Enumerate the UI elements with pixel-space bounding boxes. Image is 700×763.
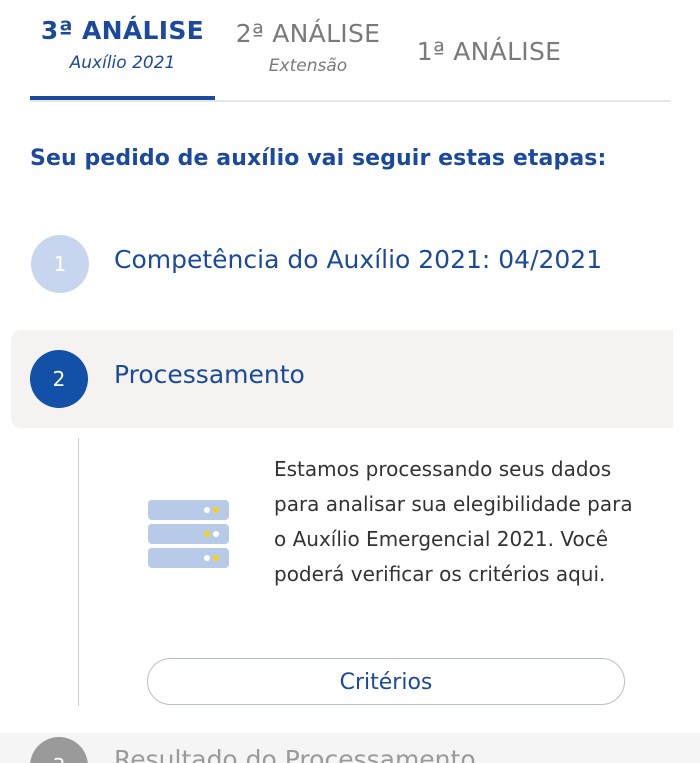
criteria-button[interactable]: Critérios	[147, 658, 625, 705]
tab-subtitle: Extensão	[268, 56, 348, 76]
tab-second-analysis[interactable]: 2ª ANÁLISE Extensão	[222, 0, 394, 77]
tabs-divider	[30, 100, 671, 102]
step-2-number: 2	[30, 350, 88, 408]
server-icon	[148, 500, 229, 568]
tab-first-analysis[interactable]: 1ª ANÁLISE	[404, 0, 574, 67]
step-2-label: Processamento	[114, 360, 305, 389]
step-3-label: Resultado do Processamento	[114, 745, 476, 763]
step-2-header[interactable]	[11, 330, 673, 428]
tab-third-analysis[interactable]: 3ª ANÁLISE Auxílio 2021	[30, 0, 215, 74]
steps-intro-heading: Seu pedido de auxílio vai seguir estas e…	[30, 146, 607, 171]
tab-title: 2ª ANÁLISE	[235, 19, 381, 48]
processing-description: Estamos processando seus dados para anal…	[274, 457, 633, 586]
timeline-connector	[78, 438, 79, 706]
tab-title: 1ª ANÁLISE	[416, 37, 562, 66]
tab-subtitle: Auxílio 2021	[69, 53, 176, 73]
page: 3ª ANÁLISE Auxílio 2021 2ª ANÁLISE Exten…	[0, 0, 700, 763]
tab-title: 3ª ANÁLISE	[40, 16, 205, 45]
step-1-label: Competência do Auxílio 2021: 04/2021	[114, 245, 603, 274]
step-1-number: 1	[31, 235, 89, 293]
